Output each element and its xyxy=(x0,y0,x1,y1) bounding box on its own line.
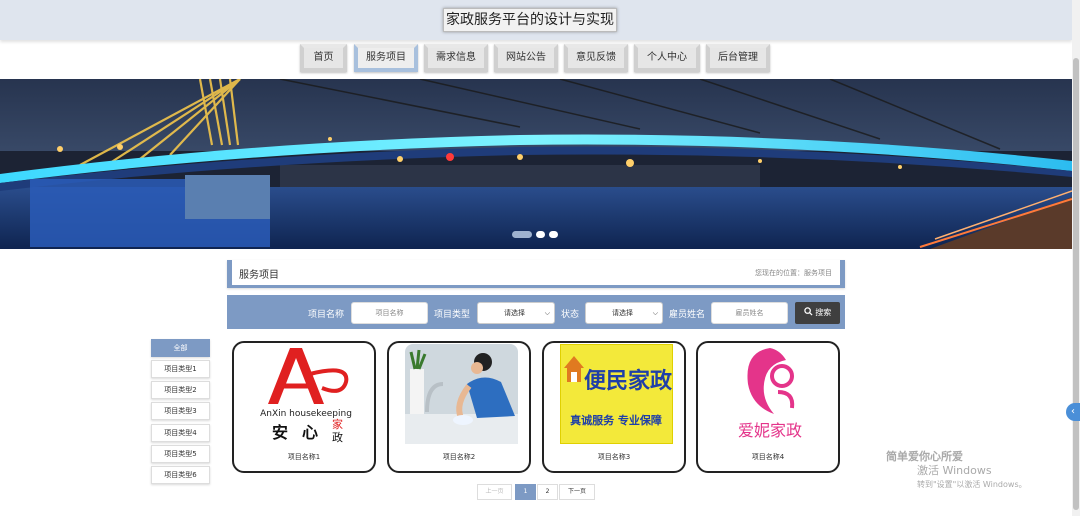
page-1-button[interactable]: 1 xyxy=(515,484,536,500)
breadcrumb: 服务项目 您现在的位置：服务项目 xyxy=(227,260,845,288)
card-name: 项目名称3 xyxy=(597,453,631,461)
nav-admin[interactable]: 后台管理 xyxy=(706,44,770,72)
card-name: 项目名称2 xyxy=(442,453,476,461)
nav-demands[interactable]: 需求信息 xyxy=(424,44,488,72)
employee-input[interactable]: 雇员姓名 xyxy=(711,302,788,324)
chevron-down-icon: ⌵ xyxy=(544,309,550,317)
name-input[interactable]: 项目名称 xyxy=(351,302,428,324)
type-label: 项目类型 xyxy=(434,310,471,320)
category-item[interactable]: 项目类型6 xyxy=(151,466,210,484)
nav-notices[interactable]: 网站公告 xyxy=(494,44,558,72)
aini-title: 爱妮家政 xyxy=(738,421,802,440)
nav-profile[interactable]: 个人中心 xyxy=(634,44,700,72)
employee-label: 雇员姓名 xyxy=(669,310,706,320)
scrollbar-thumb[interactable] xyxy=(1073,58,1079,510)
service-card[interactable]: 爱妮家政 项目名称4 xyxy=(696,341,840,473)
category-item[interactable]: 项目类型3 xyxy=(151,402,210,420)
windows-watermark: 简单爱你心所爱 激活 Windows 转到"设置"以激活 Windows。 xyxy=(886,449,1027,489)
search-icon xyxy=(803,307,813,316)
bianmin-slogan: 真诚服务 专业保障 xyxy=(570,413,662,427)
nav-feedback[interactable]: 意见反馈 xyxy=(564,44,628,72)
banner-image xyxy=(0,79,1072,249)
type-select[interactable]: 请选择 ⌵ xyxy=(477,302,555,324)
chevron-down-icon: ⌵ xyxy=(652,309,658,317)
carousel-dot-3[interactable] xyxy=(549,231,558,238)
breadcrumb-location: 您现在的位置：服务项目 xyxy=(755,269,832,277)
page-title: 服务项目 xyxy=(239,270,279,281)
carousel-dot-2[interactable] xyxy=(536,231,545,238)
category-item[interactable]: 项目类型1 xyxy=(151,360,210,378)
category-item[interactable]: 项目类型2 xyxy=(151,381,210,399)
banner-carousel[interactable] xyxy=(0,79,1072,249)
card-name: 项目名称4 xyxy=(751,453,785,461)
category-item[interactable]: 项目类型5 xyxy=(151,445,210,463)
anxin-logo: AnXin housekeeping 安 心 家 政 xyxy=(250,344,363,444)
type-select-value: 请选择 xyxy=(504,309,525,317)
card-name: 项目名称1 xyxy=(287,453,321,461)
status-select[interactable]: 请选择 ⌵ xyxy=(585,302,663,324)
search-button[interactable]: 搜索 xyxy=(795,302,840,324)
bianmin-logo: 便民家政 真诚服务 专业保障 xyxy=(560,344,673,444)
site-title: 家政服务平台的设计与实现 xyxy=(443,8,617,32)
status-label: 状态 xyxy=(561,310,580,320)
bianmin-title: 便民家政 xyxy=(584,368,673,394)
name-label: 项目名称 xyxy=(308,310,345,320)
chevron-left-icon[interactable]: ‹ xyxy=(1066,403,1080,421)
nav-services[interactable]: 服务项目 xyxy=(354,44,418,72)
page-2-button[interactable]: 2 xyxy=(537,484,558,500)
category-item[interactable]: 项目类型4 xyxy=(151,424,210,442)
category-all[interactable]: 全部 xyxy=(151,339,210,357)
aini-logo: 爱妮家政 xyxy=(714,344,827,444)
cleaning-photo xyxy=(405,344,518,444)
watermark-line1: 简单爱你心所爱 xyxy=(886,450,963,463)
service-card[interactable]: AnXin housekeeping 安 心 家 政 项目名称1 xyxy=(232,341,376,473)
prev-page-button[interactable]: 上一页 xyxy=(477,484,512,500)
anxin-cn-1: 安 xyxy=(272,423,288,442)
service-card[interactable]: 项目名称2 xyxy=(387,341,531,473)
anxin-cn-2: 心 xyxy=(302,423,318,442)
nav-home[interactable]: 首页 xyxy=(300,44,347,72)
status-select-value: 请选择 xyxy=(612,309,633,317)
search-bar: 项目名称 项目名称 项目类型 请选择 ⌵ 状态 请选择 ⌵ 雇员姓名 雇员姓名 … xyxy=(227,295,845,329)
next-page-button[interactable]: 下一页 xyxy=(559,484,595,500)
service-card[interactable]: 便民家政 真诚服务 专业保障 项目名称3 xyxy=(542,341,686,473)
watermark-line3: 转到"设置"以激活 Windows。 xyxy=(917,480,1027,489)
search-button-label: 搜索 xyxy=(815,308,832,317)
anxin-cn-4: 政 xyxy=(332,430,343,444)
carousel-dot-1[interactable] xyxy=(512,231,532,238)
anxin-cn-3: 家 xyxy=(332,417,343,431)
watermark-line2: 激活 Windows xyxy=(917,464,992,477)
scrollbar[interactable] xyxy=(1072,0,1080,516)
